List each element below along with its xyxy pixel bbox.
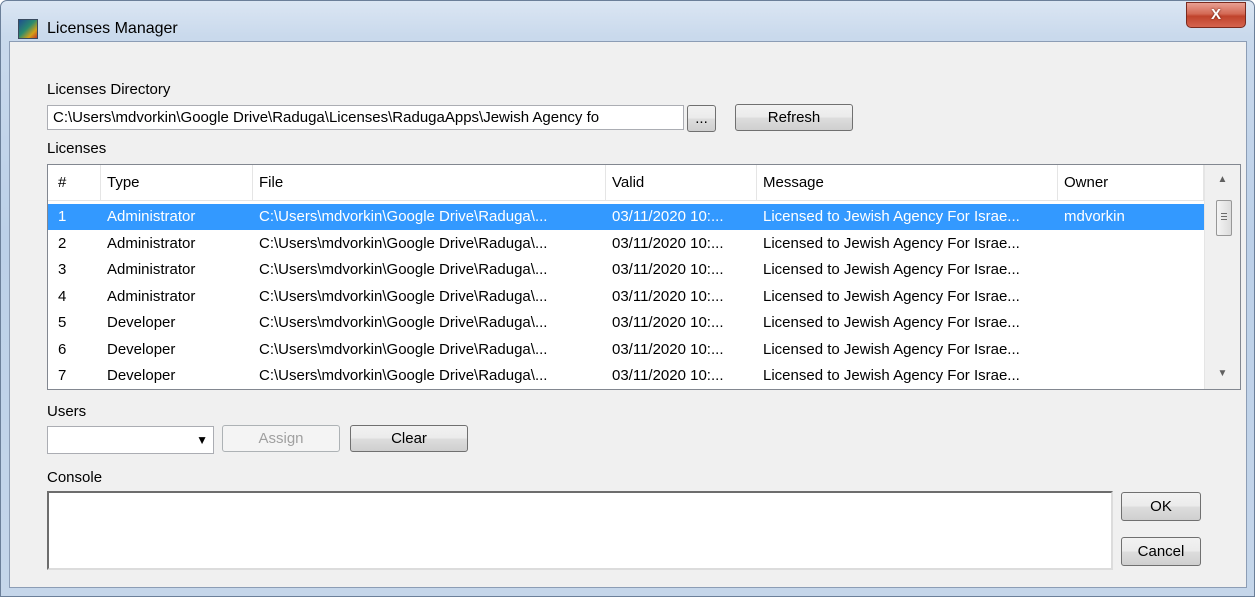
column-header-type[interactable]: Type bbox=[101, 165, 253, 201]
cell-message: Licensed to Jewish Agency For Israe... bbox=[763, 261, 1020, 278]
cell-message: Licensed to Jewish Agency For Israe... bbox=[763, 208, 1020, 225]
assign-button[interactable]: Assign bbox=[222, 425, 340, 452]
cell-file: C:\Users\mdvorkin\Google Drive\Raduga\..… bbox=[259, 234, 548, 252]
cell-type: Developer bbox=[107, 340, 176, 358]
cell-num: 5 bbox=[58, 314, 67, 331]
table-row[interactable]: 2 Administrator C:\Users\mdvorkin\Google D… bbox=[48, 231, 1204, 257]
window-title: Licenses Manager bbox=[47, 20, 178, 37]
list-header: # Type File Valid Message Owner bbox=[48, 165, 1204, 201]
users-label: Users bbox=[47, 403, 87, 420]
cell-type: Administrator bbox=[107, 287, 196, 305]
cell-valid: 03/11/2020 10:... bbox=[612, 287, 724, 305]
cell-num: 1 bbox=[58, 208, 67, 225]
column-header-owner[interactable]: Owner bbox=[1058, 165, 1204, 201]
cell-file: C:\Users\mdvorkin\Google Drive\Raduga\..… bbox=[259, 261, 548, 278]
directory-label: Licenses Directory bbox=[47, 81, 171, 98]
users-combobox[interactable]: ▼ bbox=[47, 426, 214, 454]
refresh-button[interactable]: Refresh bbox=[735, 104, 853, 131]
cell-message: Licensed to Jewish Agency For Israe... bbox=[763, 314, 1020, 331]
cell-owner: mdvorkin bbox=[1064, 208, 1125, 225]
cell-file: C:\Users\mdvorkin\Google Drive\Raduga\..… bbox=[259, 314, 548, 331]
cell-type: Administrator bbox=[107, 208, 196, 225]
cell-message: Licensed to Jewish Agency For Israe... bbox=[763, 367, 1020, 384]
table-row[interactable]: 5 Developer C:\Users\mdvorkin\Google Drive… bbox=[48, 310, 1204, 336]
table-row[interactable]: 1 Administrator C:\Users\mdvorkin\Google D… bbox=[48, 204, 1204, 230]
console-label: Console bbox=[47, 469, 103, 486]
cell-valid: 03/11/2020 10:... bbox=[612, 234, 724, 252]
table-row[interactable]: 6 Developer C:\Users\mdvorkin\Google Drive… bbox=[48, 337, 1204, 363]
cell-num: 3 bbox=[58, 261, 67, 278]
directory-input[interactable]: C:\Users\mdvorkin\Google Drive\Raduga\Li… bbox=[47, 105, 684, 130]
cell-file: C:\Users\mdvorkin\Google Drive\Raduga\..… bbox=[259, 367, 548, 384]
console-output[interactable] bbox=[47, 491, 1113, 570]
cell-type: Administrator bbox=[107, 234, 196, 252]
cell-file: C:\Users\mdvorkin\Google Drive\Raduga\..… bbox=[259, 208, 548, 225]
table-row[interactable]: 7 Developer C:\Users\mdvorkin\Google Drive… bbox=[48, 363, 1204, 389]
scroll-down-icon[interactable]: ▼ bbox=[1205, 362, 1240, 386]
cell-owner bbox=[1058, 337, 1204, 363]
cell-owner bbox=[1058, 284, 1204, 310]
cell-message: Licensed to Jewish Agency For Israe... bbox=[763, 234, 1020, 252]
licenses-manager-window: Licenses Manager X Licenses Directory C:… bbox=[0, 0, 1255, 597]
app-icon bbox=[18, 19, 38, 39]
column-header-message[interactable]: Message bbox=[757, 165, 1058, 201]
vertical-scrollbar[interactable]: ▲ ▼ bbox=[1204, 165, 1240, 389]
browse-button[interactable]: ... bbox=[687, 105, 716, 132]
column-header-number[interactable]: # bbox=[48, 165, 101, 201]
scroll-up-icon[interactable]: ▲ bbox=[1205, 168, 1240, 192]
cell-valid: 03/11/2020 10:... bbox=[612, 261, 724, 278]
close-button[interactable]: X bbox=[1186, 2, 1246, 28]
cell-file: C:\Users\mdvorkin\Google Drive\Raduga\..… bbox=[259, 340, 548, 358]
cell-message: Licensed to Jewish Agency For Israe... bbox=[763, 340, 1020, 358]
cell-num: 6 bbox=[58, 340, 67, 358]
cell-type: Developer bbox=[107, 367, 176, 384]
table-row[interactable]: 3 Administrator C:\Users\mdvorkin\Google D… bbox=[48, 257, 1204, 283]
scroll-thumb[interactable] bbox=[1216, 200, 1232, 236]
column-header-valid[interactable]: Valid bbox=[606, 165, 757, 201]
cell-num: 7 bbox=[58, 367, 67, 384]
cell-valid: 03/11/2020 10:... bbox=[612, 367, 724, 384]
cell-owner bbox=[1058, 310, 1204, 336]
licenses-list[interactable]: # Type File Valid Message Owner 1 Adminis… bbox=[47, 164, 1241, 390]
table-row[interactable]: 4 Administrator C:\Users\mdvorkin\Google D… bbox=[48, 284, 1204, 310]
cell-valid: 03/11/2020 10:... bbox=[612, 340, 724, 358]
cell-file: C:\Users\mdvorkin\Google Drive\Raduga\..… bbox=[259, 287, 548, 305]
column-header-file[interactable]: File bbox=[253, 165, 606, 201]
cell-num: 2 bbox=[58, 234, 67, 252]
title-bar[interactable]: Licenses Manager X bbox=[1, 1, 1254, 41]
cell-num: 4 bbox=[58, 287, 67, 305]
cancel-button[interactable]: Cancel bbox=[1121, 537, 1201, 566]
cell-type: Administrator bbox=[107, 261, 196, 278]
dropdown-arrow-icon[interactable]: ▼ bbox=[196, 433, 208, 447]
clear-button[interactable]: Clear bbox=[350, 425, 468, 452]
cell-owner bbox=[1058, 231, 1204, 257]
cell-owner bbox=[1058, 363, 1204, 389]
cell-valid: 03/11/2020 10:... bbox=[612, 208, 724, 225]
licenses-label: Licenses bbox=[47, 140, 107, 157]
cell-owner bbox=[1058, 257, 1204, 283]
dialog-body: Licenses Directory C:\Users\mdvorkin\Goo… bbox=[9, 41, 1247, 588]
cell-valid: 03/11/2020 10:... bbox=[612, 314, 724, 331]
cell-type: Developer bbox=[107, 314, 176, 331]
ok-button[interactable]: OK bbox=[1121, 492, 1201, 521]
cell-message: Licensed to Jewish Agency For Israe... bbox=[763, 287, 1020, 305]
